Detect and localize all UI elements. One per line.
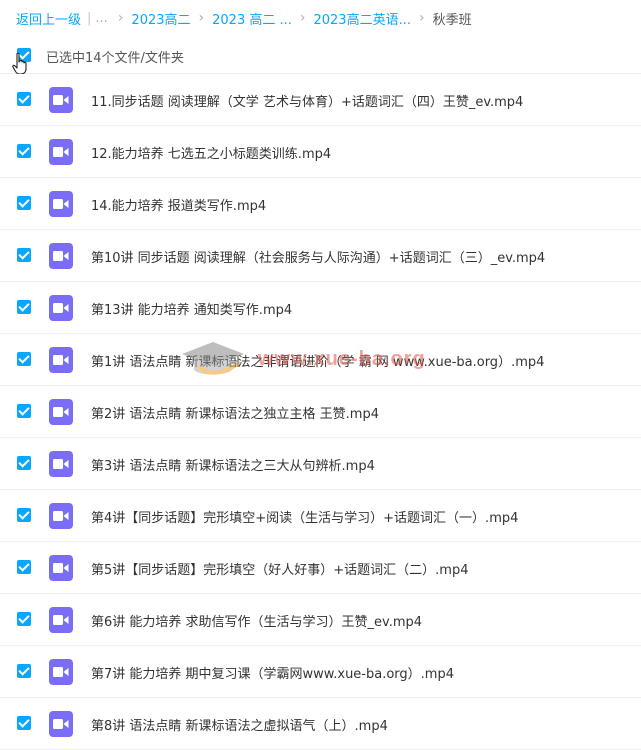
- breadcrumb-item[interactable]: 2023 高二 ...: [212, 9, 292, 28]
- file-checkbox[interactable]: [17, 92, 31, 106]
- chevron-right-icon: ›: [198, 10, 205, 26]
- file-name[interactable]: 第6讲 能力培养 求助信写作（生活与学习）王赞_ev.mp4: [91, 611, 422, 630]
- file-name[interactable]: 14.能力培养 报道类写作.mp4: [91, 195, 266, 214]
- video-file-icon: [49, 243, 73, 269]
- file-row[interactable]: 第13讲 能力培养 通知类写作.mp4: [0, 282, 641, 334]
- file-list: 11.同步话题 阅读理解（文学 艺术与体育）+话题词汇（四）王赞_ev.mp4 1…: [0, 74, 641, 750]
- file-row[interactable]: 第2讲 语法点睛 新课标语法之独立主格 王赞.mp4: [0, 386, 641, 438]
- back-link[interactable]: 返回上一级: [16, 9, 81, 28]
- file-checkbox[interactable]: [17, 144, 31, 158]
- breadcrumb-item[interactable]: 2023高二英语...: [313, 9, 410, 28]
- file-row[interactable]: 第3讲 语法点睛 新课标语法之三大从句辨析.mp4: [0, 438, 641, 490]
- video-file-icon: [49, 139, 73, 165]
- breadcrumb-current: 秋季班: [432, 12, 472, 28]
- file-checkbox[interactable]: [17, 404, 31, 418]
- file-checkbox[interactable]: [17, 612, 31, 626]
- file-row[interactable]: 第10讲 同步话题 阅读理解（社会服务与人际沟通）+话题词汇（三）_ev.mp4: [0, 230, 641, 282]
- file-row[interactable]: 第4讲【同步话题】完形填空+阅读（生活与学习）+话题词汇（一）.mp4: [0, 490, 641, 542]
- file-name[interactable]: 第2讲 语法点睛 新课标语法之独立主格 王赞.mp4: [91, 403, 379, 422]
- file-name[interactable]: 12.能力培养 七选五之小标题类训练.mp4: [91, 143, 331, 162]
- file-row[interactable]: 第7讲 能力培养 期中复习课（学霸网www.xue-ba.org）.mp4: [0, 646, 641, 698]
- video-file-icon: [49, 711, 73, 737]
- file-name[interactable]: 11.同步话题 阅读理解（文学 艺术与体育）+话题词汇（四）王赞_ev.mp4: [91, 91, 523, 110]
- file-name[interactable]: 第1讲 语法点睛 新课标语法之非谓语进阶（学 霸 网 www.xue-ba.or…: [91, 351, 544, 370]
- video-file-icon: [49, 555, 73, 581]
- file-checkbox[interactable]: [17, 300, 31, 314]
- file-name[interactable]: 第5讲【同步话题】完形填空（好人好事）+话题词汇（二）.mp4: [91, 559, 468, 578]
- file-checkbox[interactable]: [17, 352, 31, 366]
- video-file-icon: [49, 87, 73, 113]
- video-file-icon: [49, 295, 73, 321]
- video-file-icon: [49, 451, 73, 477]
- file-name[interactable]: 第8讲 语法点睛 新课标语法之虚拟语气（上）.mp4: [91, 715, 388, 734]
- breadcrumb-item[interactable]: 2023高二: [131, 9, 190, 28]
- chevron-right-icon: ›: [299, 10, 306, 26]
- file-row[interactable]: 14.能力培养 报道类写作.mp4: [0, 178, 641, 230]
- file-checkbox[interactable]: [17, 456, 31, 470]
- video-file-icon: [49, 347, 73, 373]
- file-checkbox[interactable]: [17, 716, 31, 730]
- video-file-icon: [49, 399, 73, 425]
- breadcrumb-divider: |: [87, 10, 92, 26]
- breadcrumb: 返回上一级 | ... › 2023高二 › 2023 高二 ... › 202…: [16, 8, 472, 28]
- chevron-right-icon: ›: [418, 10, 425, 26]
- video-file-icon: [49, 659, 73, 685]
- chevron-right-icon: ›: [117, 10, 124, 26]
- file-name[interactable]: 第3讲 语法点睛 新课标语法之三大从句辨析.mp4: [91, 455, 375, 474]
- file-name[interactable]: 第10讲 同步话题 阅读理解（社会服务与人际沟通）+话题词汇（三）_ev.mp4: [91, 247, 545, 266]
- file-name[interactable]: 第13讲 能力培养 通知类写作.mp4: [91, 299, 292, 318]
- video-file-icon: [49, 503, 73, 529]
- file-checkbox[interactable]: [17, 508, 31, 522]
- file-name[interactable]: 第7讲 能力培养 期中复习课（学霸网www.xue-ba.org）.mp4: [91, 663, 454, 682]
- file-checkbox[interactable]: [17, 664, 31, 678]
- file-row[interactable]: 第5讲【同步话题】完形填空（好人好事）+话题词汇（二）.mp4: [0, 542, 641, 594]
- file-checkbox[interactable]: [17, 560, 31, 574]
- selection-bar: 已选中14个文件/文件夹: [0, 40, 641, 74]
- hand-cursor-icon: [12, 52, 27, 75]
- file-row[interactable]: 第8讲 语法点睛 新课标语法之虚拟语气（上）.mp4: [0, 698, 641, 750]
- file-checkbox[interactable]: [17, 196, 31, 210]
- file-name[interactable]: 第4讲【同步话题】完形填空+阅读（生活与学习）+话题词汇（一）.mp4: [91, 507, 518, 526]
- file-row[interactable]: 12.能力培养 七选五之小标题类训练.mp4: [0, 126, 641, 178]
- file-row[interactable]: 第1讲 语法点睛 新课标语法之非谓语进阶（学 霸 网 www.xue-ba.or…: [0, 334, 641, 386]
- file-row[interactable]: 11.同步话题 阅读理解（文学 艺术与体育）+话题词汇（四）王赞_ev.mp4: [0, 74, 641, 126]
- breadcrumb-ellipsis[interactable]: ...: [95, 11, 107, 26]
- file-checkbox[interactable]: [17, 248, 31, 262]
- selection-count-text: 已选中14个文件/文件夹: [46, 51, 184, 66]
- video-file-icon: [49, 191, 73, 217]
- video-file-icon: [49, 607, 73, 633]
- file-row[interactable]: 第6讲 能力培养 求助信写作（生活与学习）王赞_ev.mp4: [0, 594, 641, 646]
